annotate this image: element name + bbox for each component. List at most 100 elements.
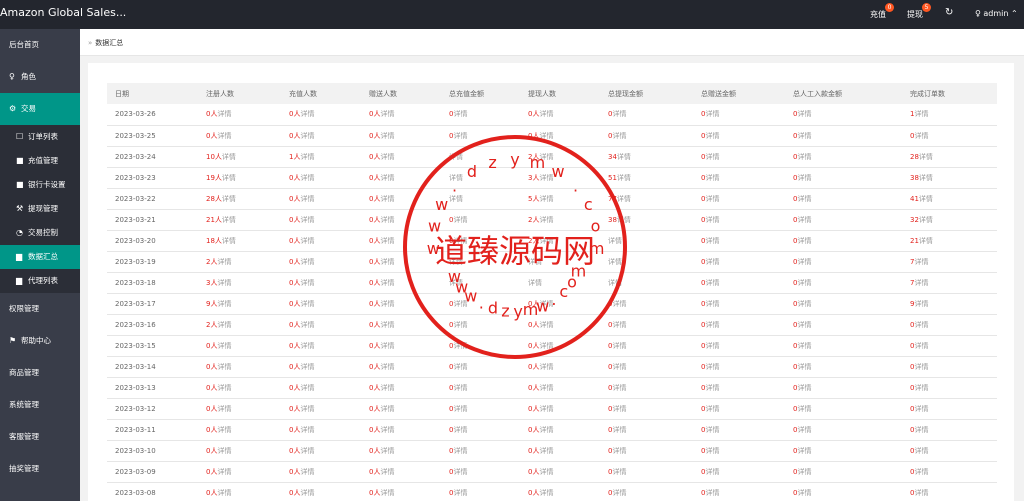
detail-link[interactable]: 详情	[300, 342, 314, 350]
detail-link[interactable]: 详情	[797, 279, 811, 287]
detail-link[interactable]: 详情	[608, 237, 622, 245]
detail-link[interactable]: 详情	[222, 237, 236, 245]
detail-link[interactable]: 详情	[608, 258, 622, 266]
detail-link[interactable]: 详情	[919, 195, 933, 203]
detail-link[interactable]: 详情	[300, 153, 314, 161]
detail-link[interactable]: 详情	[528, 279, 542, 287]
detail-link[interactable]: 详情	[797, 447, 811, 455]
detail-link[interactable]: 详情	[612, 363, 626, 371]
detail-link[interactable]: 详情	[539, 447, 553, 455]
detail-link[interactable]: 详情	[919, 174, 933, 182]
detail-link[interactable]: 详情	[797, 405, 811, 413]
detail-link[interactable]: 详情	[705, 132, 719, 140]
detail-link[interactable]: 详情	[705, 363, 719, 371]
detail-link[interactable]: 详情	[612, 447, 626, 455]
sidebar-item-help[interactable]: ⚑ 帮助中心	[0, 325, 80, 357]
detail-link[interactable]: 详情	[217, 132, 231, 140]
detail-link[interactable]: 详情	[797, 363, 811, 371]
detail-link[interactable]: 详情	[300, 405, 314, 413]
detail-link[interactable]: 详情	[380, 279, 394, 287]
detail-link[interactable]: 详情	[300, 174, 314, 182]
detail-link[interactable]: 详情	[222, 174, 236, 182]
detail-link[interactable]: 详情	[617, 174, 631, 182]
detail-link[interactable]: 详情	[705, 405, 719, 413]
detail-link[interactable]: 详情	[705, 468, 719, 476]
detail-link[interactable]: 详情	[449, 279, 463, 287]
detail-link[interactable]: 详情	[705, 489, 719, 497]
detail-link[interactable]: 详情	[612, 384, 626, 392]
detail-link[interactable]: 详情	[539, 174, 553, 182]
detail-link[interactable]: 详情	[300, 363, 314, 371]
detail-link[interactable]: 详情	[914, 363, 928, 371]
detail-link[interactable]: 详情	[380, 447, 394, 455]
detail-link[interactable]: 详情	[797, 153, 811, 161]
detail-link[interactable]: 详情	[539, 153, 553, 161]
detail-link[interactable]: 详情	[797, 195, 811, 203]
detail-link[interactable]: 详情	[217, 342, 231, 350]
detail-link[interactable]: 详情	[222, 216, 236, 224]
detail-link[interactable]: 详情	[797, 342, 811, 350]
detail-link[interactable]: 详情	[539, 405, 553, 413]
detail-link[interactable]: 详情	[914, 468, 928, 476]
detail-link[interactable]: 详情	[539, 426, 553, 434]
detail-link[interactable]: 详情	[705, 195, 719, 203]
detail-link[interactable]: 详情	[608, 279, 622, 287]
detail-link[interactable]: 详情	[539, 384, 553, 392]
recharge-link[interactable]: 充值 0	[870, 3, 894, 20]
detail-link[interactable]: 详情	[705, 342, 719, 350]
detail-link[interactable]: 详情	[217, 321, 231, 329]
sidebar-item-bankcard[interactable]: ■ 银行卡设置	[0, 173, 80, 197]
sidebar-item-permissions[interactable]: 权限管理	[0, 293, 80, 325]
detail-link[interactable]: 详情	[453, 489, 467, 497]
detail-link[interactable]: 详情	[539, 342, 553, 350]
detail-link[interactable]: 详情	[380, 258, 394, 266]
detail-link[interactable]: 详情	[705, 384, 719, 392]
detail-link[interactable]: 详情	[705, 153, 719, 161]
detail-link[interactable]: 详情	[380, 384, 394, 392]
detail-link[interactable]: 详情	[222, 195, 236, 203]
detail-link[interactable]: 详情	[453, 110, 467, 118]
sidebar-item-lottery[interactable]: 抽奖管理	[0, 453, 80, 485]
detail-link[interactable]: 详情	[914, 405, 928, 413]
detail-link[interactable]: 详情	[797, 384, 811, 392]
detail-link[interactable]: 详情	[380, 174, 394, 182]
detail-link[interactable]: 详情	[705, 237, 719, 245]
detail-link[interactable]: 详情	[797, 489, 811, 497]
detail-link[interactable]: 详情	[914, 110, 928, 118]
detail-link[interactable]: 详情	[453, 426, 467, 434]
sidebar-item-trade[interactable]: ⚙ 交易	[0, 93, 80, 125]
detail-link[interactable]: 详情	[705, 174, 719, 182]
detail-link[interactable]: 详情	[797, 110, 811, 118]
detail-link[interactable]: 详情	[797, 426, 811, 434]
detail-link[interactable]: 详情	[705, 279, 719, 287]
detail-link[interactable]: 详情	[612, 300, 626, 308]
sidebar-item-recharge[interactable]: ■ 充值管理	[0, 149, 80, 173]
detail-link[interactable]: 详情	[453, 447, 467, 455]
detail-link[interactable]: 详情	[453, 342, 467, 350]
detail-link[interactable]: 详情	[612, 132, 626, 140]
detail-link[interactable]: 详情	[449, 195, 463, 203]
detail-link[interactable]: 详情	[380, 342, 394, 350]
detail-link[interactable]: 详情	[612, 468, 626, 476]
detail-link[interactable]: 详情	[300, 384, 314, 392]
detail-link[interactable]: 详情	[380, 216, 394, 224]
detail-link[interactable]: 详情	[797, 300, 811, 308]
detail-link[interactable]: 详情	[705, 447, 719, 455]
detail-link[interactable]: 详情	[539, 468, 553, 476]
detail-link[interactable]: 详情	[300, 447, 314, 455]
detail-link[interactable]: 详情	[914, 342, 928, 350]
detail-link[interactable]: 详情	[919, 237, 933, 245]
detail-link[interactable]: 详情	[217, 279, 231, 287]
detail-link[interactable]: 详情	[453, 384, 467, 392]
detail-link[interactable]: 详情	[380, 468, 394, 476]
sidebar-item-system[interactable]: 系统管理	[0, 389, 80, 421]
detail-link[interactable]: 详情	[300, 426, 314, 434]
detail-link[interactable]: 详情	[222, 153, 236, 161]
detail-link[interactable]: 详情	[380, 426, 394, 434]
detail-link[interactable]: 详情	[914, 258, 928, 266]
detail-link[interactable]: 详情	[449, 153, 463, 161]
detail-link[interactable]: 详情	[797, 237, 811, 245]
detail-link[interactable]: 详情	[300, 279, 314, 287]
detail-link[interactable]: 详情	[705, 321, 719, 329]
detail-link[interactable]: 详情	[705, 216, 719, 224]
